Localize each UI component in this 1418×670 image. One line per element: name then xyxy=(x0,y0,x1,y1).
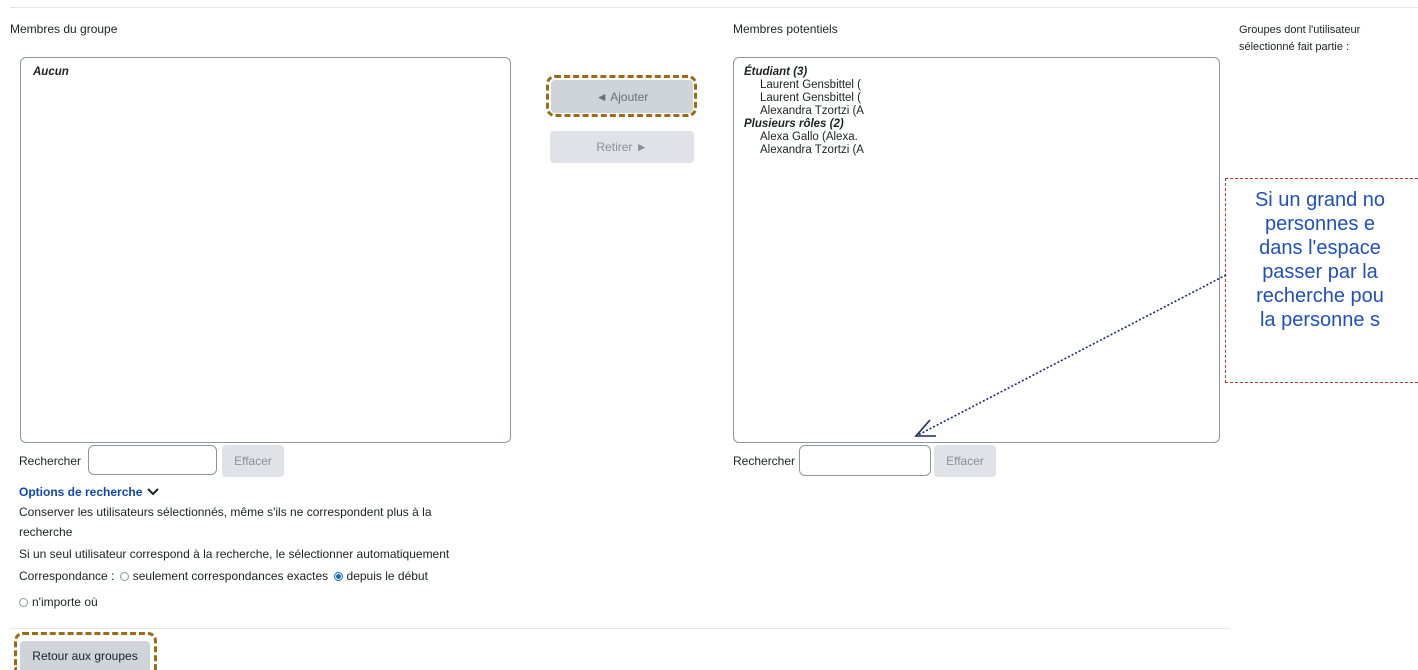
match-start-label[interactable]: depuis le début xyxy=(347,569,428,583)
annotation-line: dans l'espace xyxy=(1259,237,1381,259)
potential-member-option[interactable]: Laurent Gensbittel ( xyxy=(744,79,864,92)
members-title: Membres du groupe xyxy=(10,22,118,36)
top-divider xyxy=(10,7,1418,8)
search-options-label: Options de recherche xyxy=(19,485,143,499)
annotation-line: Si un grand no xyxy=(1254,189,1386,211)
potential-member-option[interactable]: Laurent Gensbittel ( xyxy=(744,92,864,105)
potential-search-label: Rechercher xyxy=(733,454,796,468)
annotation-arrow-icon xyxy=(914,274,1227,437)
potential-clear-button[interactable]: Effacer xyxy=(934,445,996,477)
potential-member-option[interactable]: Alexandra Tzortzi (A xyxy=(744,105,864,118)
add-button[interactable]: ◄ Ajouter xyxy=(551,80,693,113)
potential-search-input[interactable] xyxy=(799,445,931,476)
annotation-text: Si un grand no personnes e dans l'espace… xyxy=(1222,188,1418,332)
annotation-line: recherche pou xyxy=(1256,285,1384,307)
match-label: Correspondance : xyxy=(19,569,115,583)
annotation-line: la personne s xyxy=(1259,309,1381,331)
match-exact-label[interactable]: seulement correspondances exactes xyxy=(133,569,328,583)
members-listbox[interactable]: Aucun xyxy=(20,57,511,443)
potential-members-title: Membres potentiels xyxy=(733,22,838,36)
user-groups-title-line1: Groupes dont l'utilisateur xyxy=(1239,24,1361,36)
keep-selected-text-1: Conserver les utilisateurs sélectionnés,… xyxy=(19,505,432,519)
radio-exact[interactable] xyxy=(119,572,129,581)
auto-select-option[interactable]: Si un seul utilisateur correspond à la r… xyxy=(19,547,449,561)
members-search-input[interactable] xyxy=(88,445,217,475)
members-empty-option[interactable]: Aucun xyxy=(33,66,69,79)
members-search-label: Rechercher xyxy=(19,454,82,468)
keep-selected-option[interactable]: Conserver les utilisateurs sélectionnés,… xyxy=(19,505,432,539)
potential-member-option[interactable]: Alexandra Tzortzi (A xyxy=(744,144,864,157)
keep-selected-text-2: recherche xyxy=(19,525,73,539)
radio-start[interactable] xyxy=(333,572,343,581)
search-options-toggle[interactable]: Options de recherche xyxy=(19,485,160,499)
bottom-divider xyxy=(10,628,1230,629)
potential-group-label-0: Étudiant (3) xyxy=(744,66,808,78)
potential-group-label-1: Plusieurs rôles (2) xyxy=(744,118,844,130)
annotation-line: passer par la xyxy=(1262,261,1378,283)
back-to-groups-button[interactable]: Retour aux groupes xyxy=(20,641,150,670)
chevron-down-icon xyxy=(147,488,160,496)
user-groups-title-line2: sélectionné fait partie : xyxy=(1239,41,1350,53)
match-anywhere-row: n'importe où xyxy=(19,595,98,609)
potential-member-option[interactable]: Alexa Gallo (Alexa. xyxy=(744,131,864,144)
match-row: Correspondance : seulement correspondanc… xyxy=(19,569,428,583)
members-clear-button[interactable]: Effacer xyxy=(222,445,284,477)
annotation-line: personnes e xyxy=(1264,213,1376,235)
radio-anywhere[interactable] xyxy=(19,598,28,607)
remove-button[interactable]: Retirer ► xyxy=(550,131,694,163)
user-groups-title: Groupes dont l'utilisateur sélectionné f… xyxy=(1239,22,1360,56)
match-anywhere-label[interactable]: n'importe où xyxy=(32,595,98,609)
